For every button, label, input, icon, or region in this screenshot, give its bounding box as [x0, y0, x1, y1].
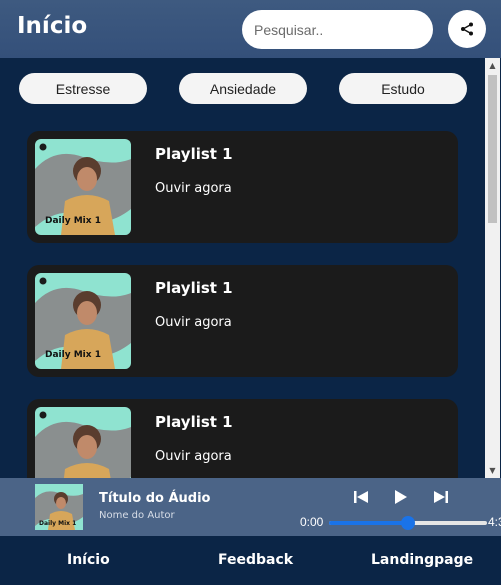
cover-label: Daily Mix 1 [45, 350, 101, 360]
playlist-cover: Daily Mix 1 [35, 139, 131, 235]
chip-ansiedade[interactable]: Ansiedade [179, 73, 307, 104]
player-cover: Daily Mix 1 [35, 484, 83, 530]
time-total: 4:3 [488, 515, 501, 529]
audio-author: Nome do Autor [99, 510, 175, 521]
previous-button[interactable] [352, 488, 370, 506]
listen-now-link[interactable]: Ouvir agora [155, 181, 232, 196]
nav-feedback[interactable]: Feedback [218, 552, 293, 568]
playlist-title: Playlist 1 [155, 145, 233, 163]
listen-now-link[interactable]: Ouvir agora [155, 449, 232, 464]
share-icon [461, 22, 473, 36]
page-title: Início [17, 13, 88, 39]
time-current: 0:00 [300, 515, 324, 529]
scrollbar[interactable]: ▲ ▼ [485, 58, 500, 478]
chip-estudo[interactable]: Estudo [339, 73, 467, 104]
progress-fill [329, 521, 408, 525]
playlist-cover: Daily Mix 1 [35, 273, 131, 369]
playlist-card[interactable]: Daily Mix 1 Playlist 1 Ouvir agora [27, 265, 458, 377]
search-input[interactable] [242, 10, 433, 49]
app-header: Início [0, 0, 501, 58]
audio-player: Daily Mix 1 Título do Áudio Nome do Auto… [0, 478, 501, 536]
audio-title: Título do Áudio [99, 491, 211, 506]
listen-now-link[interactable]: Ouvir agora [155, 315, 232, 330]
progress-handle[interactable] [401, 516, 415, 530]
scrollbar-thumb[interactable] [488, 75, 497, 223]
cover-label: Daily Mix 1 [39, 520, 77, 527]
nav-inicio[interactable]: Início [67, 552, 110, 568]
skip-previous-icon [354, 491, 368, 503]
scroll-down-icon[interactable]: ▼ [485, 463, 500, 478]
next-button[interactable] [432, 488, 450, 506]
nav-landingpage[interactable]: Landingpage [371, 552, 473, 568]
playlist-card[interactable]: Daily Mix 1 Playlist 1 Ouvir agora [27, 131, 458, 243]
playlist-cover [35, 407, 131, 478]
chip-estresse[interactable]: Estresse [19, 73, 147, 104]
cover-label: Daily Mix 1 [45, 216, 101, 226]
play-button[interactable] [392, 488, 410, 506]
skip-next-icon [434, 491, 448, 503]
playlist-card[interactable]: Playlist 1 Ouvir agora [27, 399, 458, 478]
playlist-title: Playlist 1 [155, 279, 233, 297]
scroll-up-icon[interactable]: ▲ [485, 58, 500, 73]
progress-slider[interactable] [329, 516, 487, 530]
play-icon [395, 490, 407, 504]
bottom-nav: Início Feedback Landingpage [0, 536, 501, 585]
share-button[interactable] [448, 10, 486, 48]
playlist-title: Playlist 1 [155, 413, 233, 431]
main-content: Estresse Ansiedade Estudo Daily Mix 1 Pl… [0, 58, 501, 478]
